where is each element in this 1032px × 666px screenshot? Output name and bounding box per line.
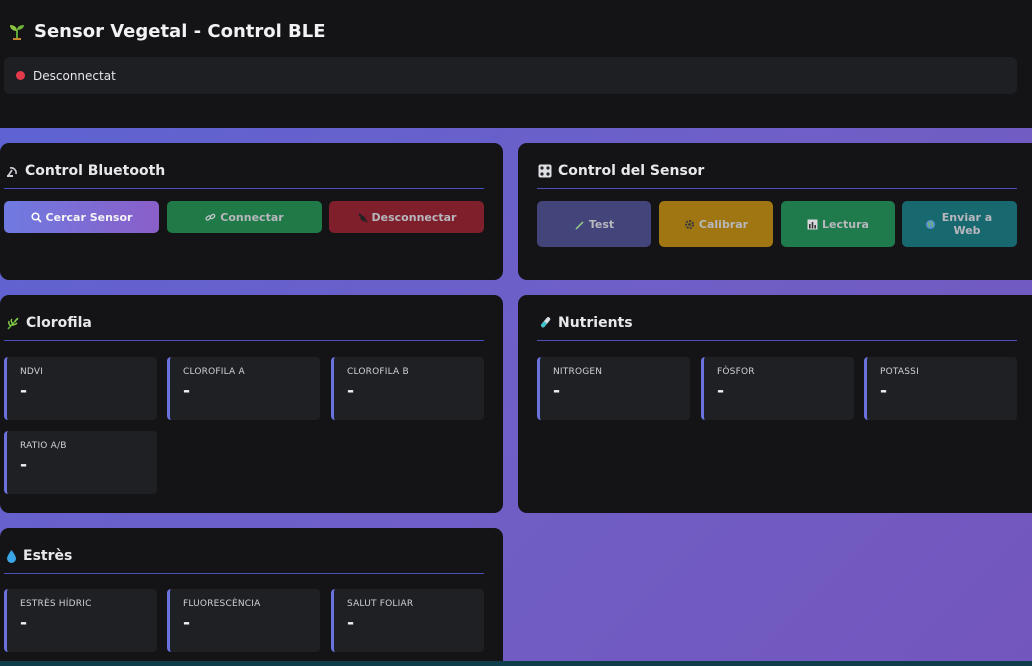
test-tube-icon <box>538 316 552 330</box>
tile-value: - <box>553 381 561 401</box>
disconnect-label: Desconnectar <box>371 210 457 224</box>
divider <box>537 188 1017 189</box>
connect-label: Connectar <box>220 210 284 224</box>
tile-label: Fluorescència <box>183 599 261 609</box>
tile-value: - <box>20 381 28 401</box>
disconnect-button[interactable]: Desconnectar <box>329 201 484 233</box>
divider <box>4 573 484 574</box>
control-knobs-icon <box>538 164 552 178</box>
tile-value: - <box>183 381 191 401</box>
connect-button[interactable]: Connectar <box>167 201 322 233</box>
fluorescence-tile: Fluorescència - <box>167 589 320 652</box>
potassium-tile: Potassi - <box>864 357 1017 420</box>
bottom-edge <box>0 661 1032 666</box>
chlorophyll-b-tile: Clorofila B - <box>331 357 484 420</box>
sensor-control-card: Control del Sensor Test Calibrar Lectura… <box>518 143 1032 280</box>
divider <box>4 340 484 341</box>
leaf-health-tile: Salut Foliar - <box>331 589 484 652</box>
stress-title-text: Estrès <box>23 548 73 564</box>
tile-value: - <box>20 455 28 475</box>
calibrate-button[interactable]: Calibrar <box>659 201 773 247</box>
test-button[interactable]: Test <box>537 201 651 247</box>
tile-value: - <box>347 381 355 401</box>
divider <box>537 340 1017 341</box>
test-label: Test <box>588 217 615 231</box>
status-text: Desconnectat <box>33 68 116 83</box>
send-web-button[interactable]: Enviar a Web <box>902 201 1017 247</box>
water-stress-tile: Estrès Hídric - <box>4 589 157 652</box>
chlorophyll-a-tile: Clorofila A - <box>167 357 320 420</box>
tile-label: NDVI <box>20 367 44 377</box>
sensor-title-text: Control del Sensor <box>558 163 705 179</box>
nutrients-title-text: Nutrients <box>558 315 633 331</box>
tile-value: - <box>347 613 355 633</box>
sensor-card-title: Control del Sensor <box>538 163 704 179</box>
status-dot-icon <box>16 71 25 80</box>
stress-card-title: Estrès <box>6 548 72 564</box>
search-sensor-label: Cercar Sensor <box>45 210 133 224</box>
tile-label: Clorofila B <box>347 367 409 377</box>
stress-card: Estrès Estrès Hídric - Fluorescència - S… <box>0 528 503 666</box>
bluetooth-card-title: Control Bluetooth <box>6 163 165 179</box>
chlorophyll-card: Clorofila NDVI - Clorofila A - Clorofila… <box>0 295 503 513</box>
tile-value: - <box>183 613 191 633</box>
droplet-icon <box>6 549 17 563</box>
tile-label: Fòsfor <box>717 367 755 377</box>
pencil-icon <box>574 219 585 230</box>
app-title: Sensor Vegetal - Control BLE <box>8 18 326 44</box>
tile-label: Clorofila A <box>183 367 245 377</box>
chlorophyll-title-text: Clorofila <box>26 315 92 331</box>
calibrate-label: Calibrar <box>698 217 749 231</box>
ratio-ab-tile: Ratio A/B - <box>4 431 157 494</box>
link-icon <box>205 212 216 223</box>
send-web-label: Enviar a Web <box>941 211 993 237</box>
header-bar: Sensor Vegetal - Control BLE Desconnecta… <box>0 0 1032 128</box>
tile-value: - <box>20 613 28 633</box>
nutrients-card-title: Nutrients <box>538 315 633 331</box>
ndvi-tile: NDVI - <box>4 357 157 420</box>
reading-button[interactable]: Lectura <box>781 201 895 247</box>
tile-value: - <box>717 381 725 401</box>
app-title-text: Sensor Vegetal - Control BLE <box>34 20 326 42</box>
tile-value: - <box>880 381 888 401</box>
globe-icon <box>925 219 936 230</box>
connection-status: Desconnectat <box>4 57 1017 94</box>
magnifier-icon <box>30 211 42 223</box>
herb-icon <box>6 316 20 330</box>
chlorophyll-card-title: Clorofila <box>6 315 92 331</box>
tile-label: Potassi <box>880 367 919 377</box>
plug-icon <box>357 212 368 223</box>
tile-label: Nitrogen <box>553 367 603 377</box>
bluetooth-title-text: Control Bluetooth <box>25 163 166 179</box>
tile-label: Salut Foliar <box>347 599 414 609</box>
satellite-antenna-icon <box>6 165 19 178</box>
seedling-icon <box>8 22 26 40</box>
search-sensor-button[interactable]: Cercar Sensor <box>4 201 159 233</box>
phosphorus-tile: Fòsfor - <box>701 357 854 420</box>
divider <box>4 188 484 189</box>
gear-icon <box>684 219 695 230</box>
reading-label: Lectura <box>822 217 869 231</box>
bar-chart-icon <box>807 219 818 230</box>
nitrogen-tile: Nitrogen - <box>537 357 690 420</box>
tile-label: Estrès Hídric <box>20 599 92 609</box>
bluetooth-card: Control Bluetooth Cercar Sensor Connecta… <box>0 143 503 280</box>
tile-label: Ratio A/B <box>20 441 67 451</box>
nutrients-card: Nutrients Nitrogen - Fòsfor - Potassi - <box>518 295 1032 513</box>
